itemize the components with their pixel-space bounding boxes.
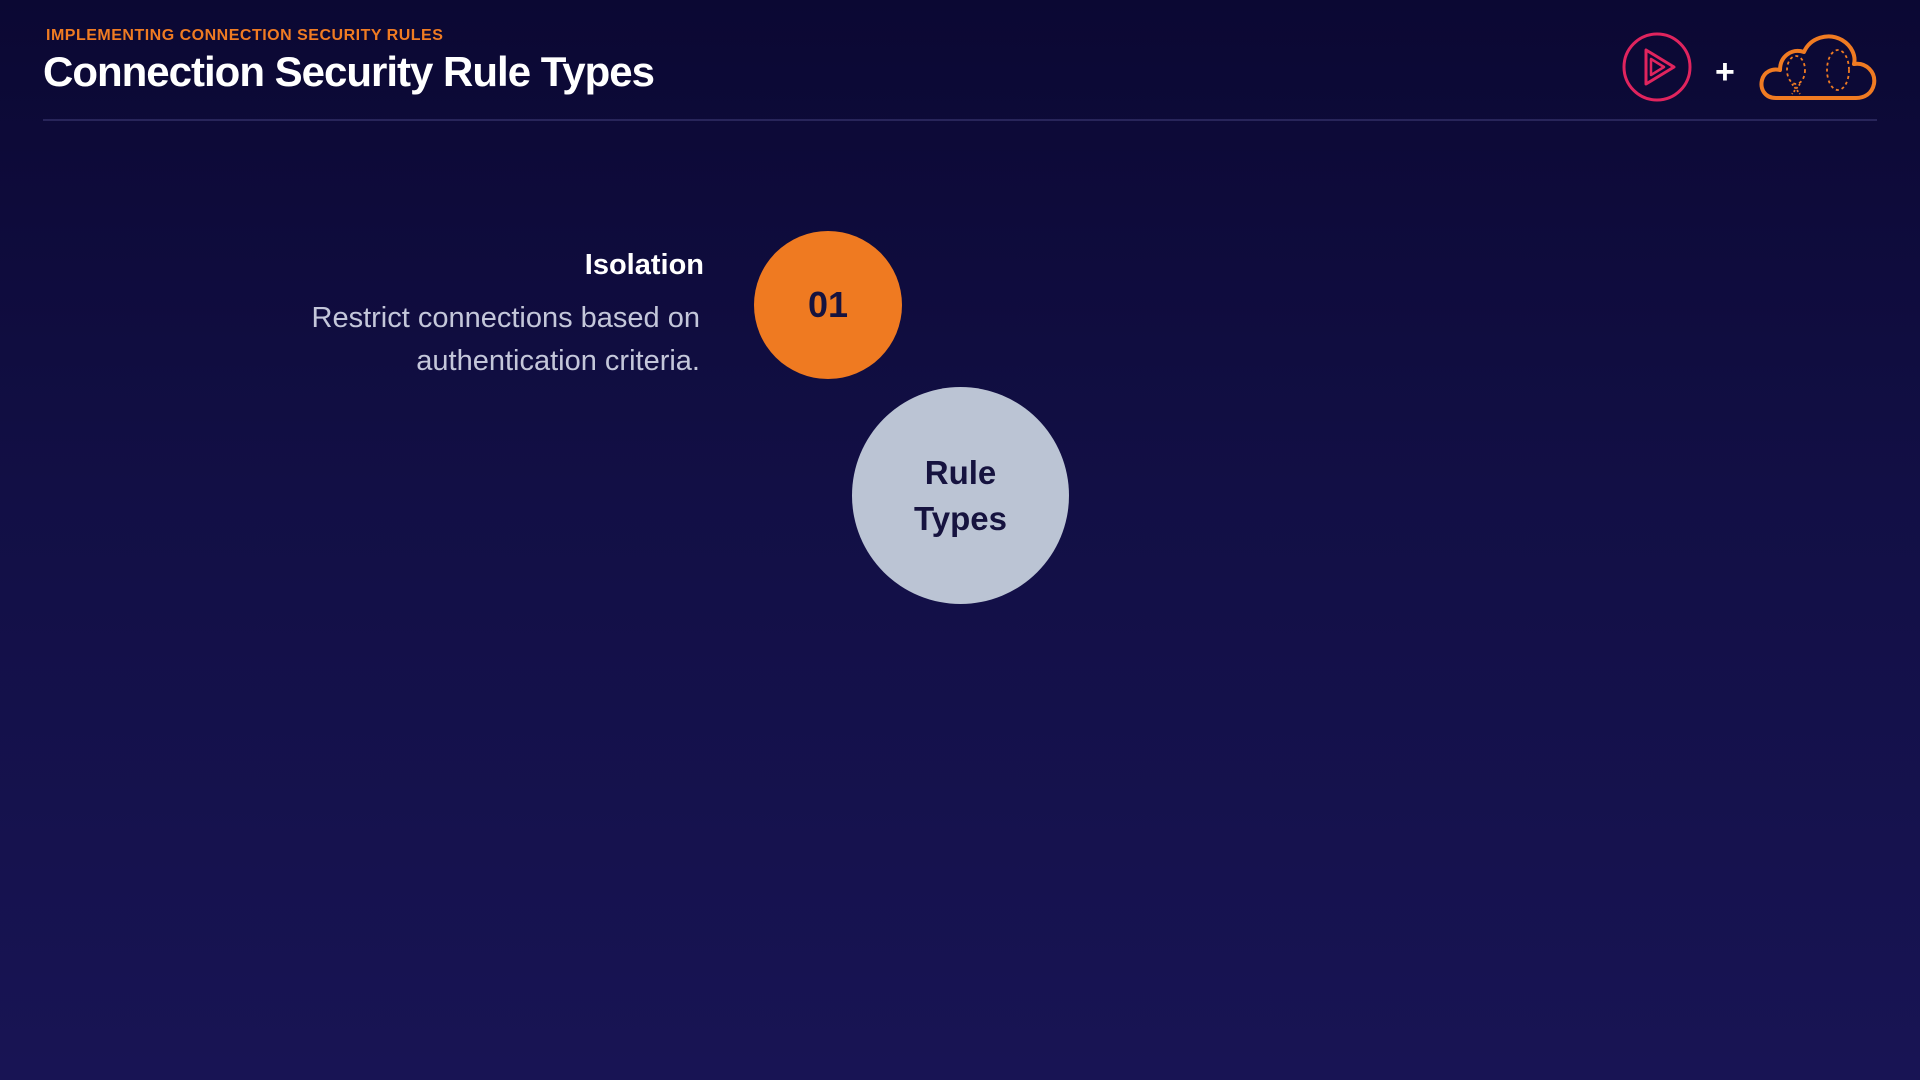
step-description-line: Restrict connections based on [311,302,701,334]
header-divider [43,119,1877,121]
plus-separator: + [1715,53,1735,91]
cloud-icon [1759,34,1877,100]
section-eyebrow: IMPLEMENTING CONNECTION SECURITY RULES [46,27,444,44]
step-description-line: authentication criteria. [416,345,700,377]
step-number-badge: 01 [754,231,902,379]
slide-header: IMPLEMENTING CONNECTION SECURITY RULES C… [0,0,1920,121]
step-description: Restrict connections based on authentica… [250,297,701,383]
center-hub-label-line: Types [914,499,1007,537]
center-hub-label-line: Rule [924,453,997,491]
slide-title: Connection Security Rule Types [43,48,655,95]
step-title: Isolation [584,249,704,281]
play-triangle-icon [1622,32,1692,102]
center-hub-circle: Rule Types [852,387,1069,604]
